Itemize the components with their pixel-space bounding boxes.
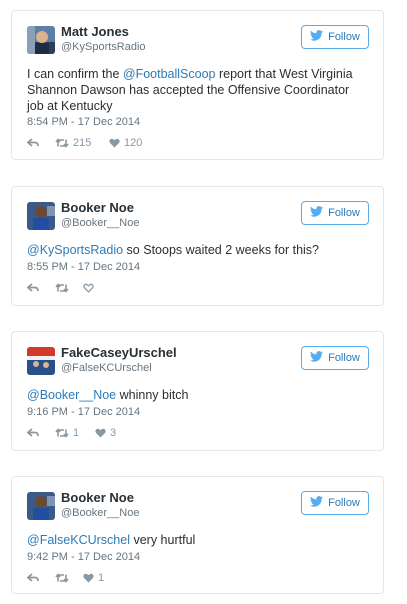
heart-icon [83,573,94,583]
retweet-icon [55,573,69,583]
user-name[interactable]: Matt Jones [61,24,129,39]
bird-icon [310,351,324,365]
mention-link[interactable]: @KySportsRadio [27,243,123,257]
user-handle[interactable]: @Booker__Noe [61,507,139,519]
follow-label: Follow [328,207,360,219]
heart-icon [83,283,94,293]
user-handle[interactable]: @KySportsRadio [61,41,146,53]
retweet-icon [55,283,69,293]
mention-link[interactable]: @FootballScoop [123,67,216,81]
tweet-actions [27,281,98,295]
tweet-card: Booker Noe @Booker__Noe Follow @KySports… [11,186,384,306]
retweet-button[interactable]: 1 [55,427,95,439]
like-button[interactable] [83,283,98,293]
tweet-actions: 215 120 [27,136,142,150]
user-handle[interactable]: @FalseKCUrschel [61,362,152,374]
like-count: 3 [110,427,117,439]
retweet-button[interactable]: 215 [55,137,109,149]
tweet-text: @KySportsRadio so Stoops waited 2 weeks … [27,243,320,257]
avatar[interactable] [27,347,55,375]
avatar[interactable] [27,26,55,54]
tweet-actions: 1 [27,571,104,585]
retweet-count: 1 [73,427,80,439]
avatar[interactable] [27,492,55,520]
tweet-actions: 1 3 [27,426,116,440]
mention-link[interactable]: @FalseKCUrschel [27,533,130,547]
follow-label: Follow [328,352,360,364]
timestamp[interactable]: 8:54 PM - 17 Dec 2014 [27,116,140,128]
user-handle[interactable]: @Booker__Noe [61,217,139,229]
tweet-card: FakeCaseyUrschel @FalseKCUrschel Follow … [11,331,384,451]
reply-icon [27,138,39,147]
follow-label: Follow [328,31,360,43]
timestamp[interactable]: 9:42 PM - 17 Dec 2014 [27,551,140,563]
retweet-icon [55,138,69,148]
reply-button[interactable] [27,283,55,293]
mention-link[interactable]: @Booker__Noe [27,388,116,402]
reply-button[interactable] [27,138,55,148]
like-button[interactable]: 120 [109,137,142,149]
follow-button[interactable]: Follow [301,346,369,370]
reply-button[interactable] [27,573,55,583]
reply-icon [27,428,39,437]
timestamp[interactable]: 9:16 PM - 17 Dec 2014 [27,406,140,418]
user-name[interactable]: FakeCaseyUrschel [61,345,177,360]
follow-button[interactable]: Follow [301,201,369,225]
bird-icon [310,206,324,220]
follow-label: Follow [328,497,360,509]
user-name[interactable]: Booker Noe [61,200,134,215]
bird-icon [310,30,324,44]
tweet-text: @FalseKCUrschel very hurtful [27,533,196,547]
retweet-icon [55,428,69,438]
like-count: 120 [124,137,143,149]
follow-button[interactable]: Follow [301,491,369,515]
reply-icon [27,573,39,582]
retweet-count: 215 [73,137,92,149]
retweet-button[interactable] [55,283,83,293]
tweet-card: Booker Noe @Booker__Noe Follow @FalseKCU… [11,476,384,594]
tweet-text: @Booker__Noe whinny bitch [27,388,189,402]
bird-icon [310,496,324,510]
retweet-button[interactable] [55,573,83,583]
tweet-text: I can confirm the @FootballScoop report … [27,67,353,113]
like-button[interactable]: 3 [95,427,116,439]
user-name[interactable]: Booker Noe [61,490,134,505]
avatar[interactable] [27,202,55,230]
heart-icon [95,428,106,438]
follow-button[interactable]: Follow [301,25,369,49]
reply-button[interactable] [27,428,55,438]
heart-icon [109,138,120,148]
reply-icon [27,283,39,292]
like-count: 1 [98,572,105,584]
timestamp[interactable]: 8:55 PM - 17 Dec 2014 [27,261,140,273]
like-button[interactable]: 1 [83,572,104,584]
tweet-card: Matt Jones @KySportsRadio Follow I can c… [11,10,384,160]
